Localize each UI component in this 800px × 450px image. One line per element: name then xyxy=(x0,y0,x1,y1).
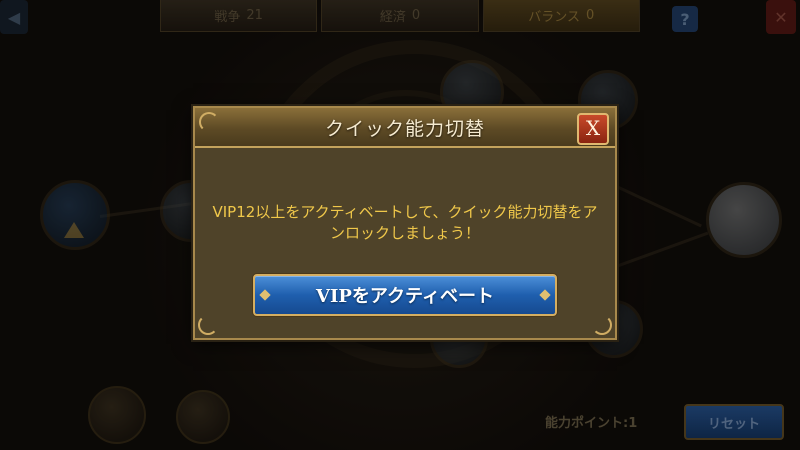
button-ornament-icon xyxy=(539,289,551,301)
button-ornament-icon xyxy=(259,289,271,301)
corner-ornament-icon xyxy=(199,112,219,132)
dialog-header: クイック能力切替 X xyxy=(195,108,615,148)
activate-vip-button-label: VIPをアクティベート xyxy=(316,286,494,307)
activate-vip-button[interactable]: VIPをアクティベート xyxy=(253,274,557,316)
corner-ornament-icon xyxy=(592,315,612,335)
quick-ability-switch-dialog: クイック能力切替 X VIP12以上をアクティベートして、クイック能力切替をアン… xyxy=(193,106,617,340)
dialog-title: クイック能力切替 xyxy=(324,117,485,140)
close-icon: X xyxy=(585,116,601,140)
dialog-body: VIP12以上をアクティベートして、クイック能力切替をアンロックしましょう！ xyxy=(211,158,599,268)
dialog-close-button[interactable]: X xyxy=(577,113,609,145)
dialog-message: VIP12以上をアクティベートして、クイック能力切替をアンロックしましょう！ xyxy=(212,203,598,242)
corner-ornament-icon xyxy=(198,315,218,335)
